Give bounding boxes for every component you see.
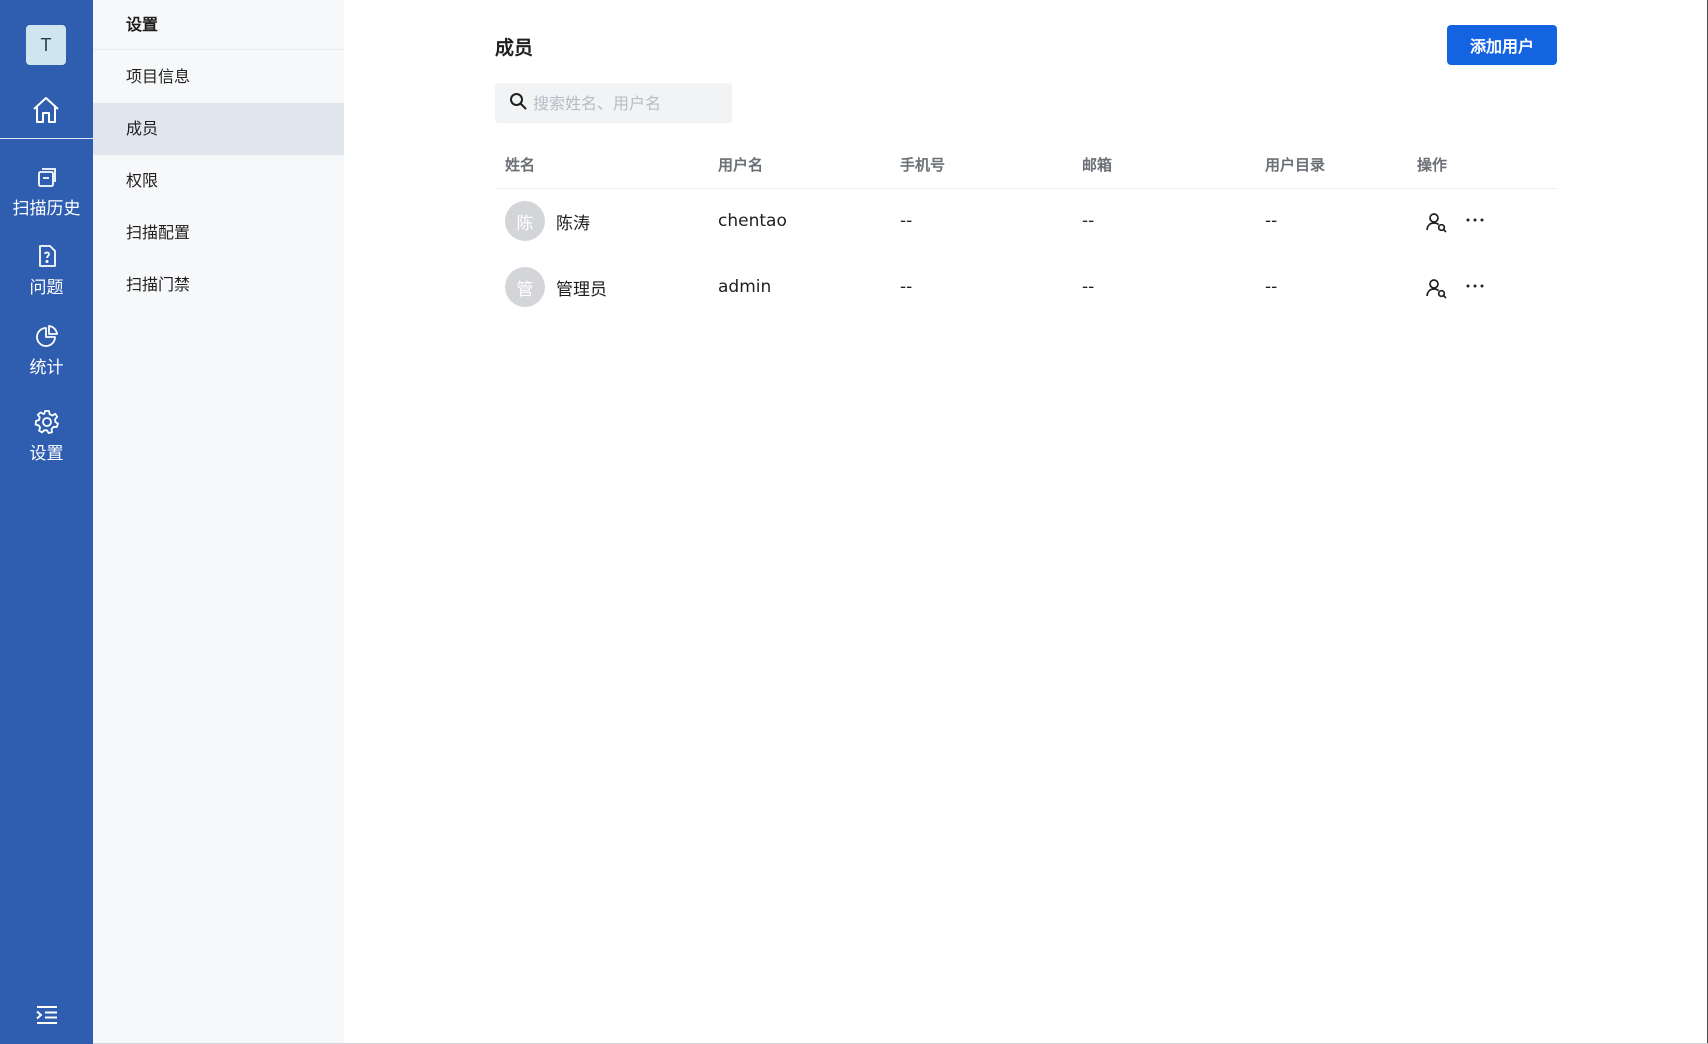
left-rail: T 扫描历史 问题 统计 设置 (0, 0, 93, 1044)
project-avatar[interactable]: T (26, 25, 66, 65)
user-name: 管理员 (556, 280, 607, 300)
user-directory: -- (1265, 277, 1278, 297)
user-username: admin (718, 277, 772, 297)
more-options-icon[interactable] (1462, 207, 1488, 233)
rail-item-settings[interactable]: 设置 (0, 409, 93, 473)
collapse-menu-icon[interactable] (33, 1003, 61, 1027)
assign-role-icon[interactable] (1423, 209, 1449, 235)
table-header: 姓名 用户名 手机号 邮箱 用户目录 操作 (495, 145, 1557, 189)
user-phone: -- (900, 211, 913, 231)
table-row[interactable]: 管 管理员 admin -- -- -- (495, 255, 1557, 321)
subnav-title: 设置 (93, 0, 344, 50)
column-header-name[interactable]: 姓名 (505, 145, 535, 185)
search-icon (509, 92, 527, 114)
user-name: 陈涛 (556, 214, 590, 234)
scan-history-icon (34, 164, 60, 190)
user-avatar: 陈 (505, 201, 545, 241)
search-input[interactable] (533, 93, 723, 113)
rail-item-label: 统计 (29, 358, 64, 378)
table-row[interactable]: 陈 陈涛 chentao -- -- -- (495, 189, 1557, 255)
home-icon[interactable] (28, 92, 64, 128)
user-email: -- (1082, 277, 1095, 297)
gear-icon (34, 409, 60, 435)
column-header-email[interactable]: 邮箱 (1082, 145, 1112, 185)
settings-subnav: 设置 项目信息 成员 权限 扫描配置 扫描门禁 (93, 0, 344, 1044)
rail-item-scan-history[interactable]: 扫描历史 (0, 164, 93, 228)
rail-item-label: 问题 (29, 278, 64, 298)
subnav-item-permissions[interactable]: 权限 (93, 155, 344, 207)
rail-item-label: 设置 (29, 444, 64, 464)
search-box[interactable] (495, 83, 732, 123)
column-header-username[interactable]: 用户名 (718, 145, 763, 185)
members-table: 姓名 用户名 手机号 邮箱 用户目录 操作 陈 陈涛 chentao -- --… (495, 145, 1557, 321)
more-options-icon[interactable] (1462, 273, 1488, 299)
rail-item-label: 扫描历史 (12, 199, 81, 219)
issue-file-icon (34, 243, 60, 269)
column-header-actions: 操作 (1417, 156, 1448, 174)
user-username: chentao (718, 211, 787, 231)
column-header-phone[interactable]: 手机号 (900, 145, 945, 185)
assign-role-icon[interactable] (1423, 275, 1449, 301)
user-phone: -- (900, 277, 913, 297)
subnav-item-scan-gate[interactable]: 扫描门禁 (93, 259, 344, 311)
subnav-item-project-info[interactable]: 项目信息 (93, 51, 344, 103)
user-directory: -- (1265, 211, 1278, 231)
add-user-button[interactable]: 添加用户 (1447, 25, 1557, 65)
subnav-item-members[interactable]: 成员 (93, 103, 344, 155)
user-avatar: 管 (505, 267, 545, 307)
pie-chart-icon (34, 323, 60, 349)
rail-item-issues[interactable]: 问题 (0, 243, 93, 307)
column-header-directory[interactable]: 用户目录 (1265, 145, 1325, 185)
rail-divider (0, 138, 93, 139)
main-content: 成员 添加用户 姓名 用户名 手机号 邮箱 用户目录 操作 陈 陈涛 chent… (344, 0, 1708, 1044)
user-email: -- (1082, 211, 1095, 231)
rail-item-stats[interactable]: 统计 (0, 323, 93, 387)
subnav-item-scan-config[interactable]: 扫描配置 (93, 207, 344, 259)
page-title: 成员 (495, 37, 534, 59)
